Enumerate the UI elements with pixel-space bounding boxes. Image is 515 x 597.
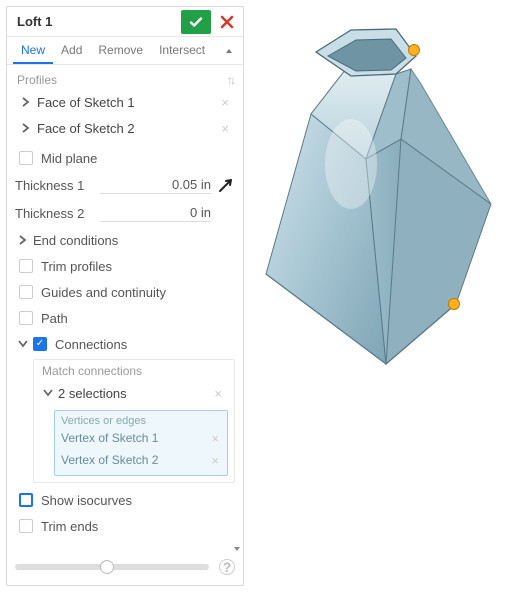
panel-content: Profiles ↑↓ Face of Sketch 1 × Face of S… bbox=[7, 65, 243, 585]
tab-new[interactable]: New bbox=[13, 37, 53, 64]
chevron-right-icon bbox=[21, 123, 31, 133]
vertex-1-label: Vertex of Sketch 1 bbox=[61, 431, 158, 445]
connection-handle-top[interactable] bbox=[408, 44, 420, 56]
slider-thumb[interactable] bbox=[100, 560, 114, 574]
panel-footer: ? bbox=[7, 551, 243, 585]
profile-item-2[interactable]: Face of Sketch 2 × bbox=[15, 115, 235, 141]
mid-plane-label: Mid plane bbox=[41, 151, 97, 166]
remove-profile-2[interactable]: × bbox=[217, 121, 233, 136]
vertices-box: Vertices or edges Vertex of Sketch 1 × V… bbox=[54, 410, 228, 476]
accept-button[interactable] bbox=[181, 10, 211, 34]
path-row[interactable]: Path bbox=[15, 305, 235, 331]
connections-nested: Match connections 2 selections × Vertice… bbox=[33, 359, 235, 483]
sort-icon[interactable]: ↑↓ bbox=[227, 73, 233, 87]
opacity-slider[interactable] bbox=[15, 564, 209, 570]
tabs-scroll-right[interactable] bbox=[221, 47, 237, 55]
profiles-label: Profiles ↑↓ bbox=[15, 69, 235, 89]
chevron-down-icon bbox=[40, 389, 56, 397]
guides-label: Guides and continuity bbox=[41, 285, 166, 300]
remove-vertex-2[interactable]: × bbox=[207, 453, 223, 468]
mid-plane-checkbox[interactable] bbox=[19, 151, 33, 165]
chevron-right-icon bbox=[21, 97, 31, 107]
selections-row[interactable]: 2 selections × bbox=[40, 380, 228, 406]
vertex-2-label: Vertex of Sketch 2 bbox=[61, 453, 158, 467]
caret-up-icon bbox=[225, 47, 233, 55]
guides-row[interactable]: Guides and continuity bbox=[15, 279, 235, 305]
end-conditions-row[interactable]: End conditions bbox=[15, 227, 235, 253]
trim-profiles-label: Trim profiles bbox=[41, 259, 112, 274]
help-button[interactable]: ? bbox=[219, 559, 235, 575]
show-isocurves-label: Show isocurves bbox=[41, 493, 132, 508]
end-conditions-label: End conditions bbox=[33, 233, 118, 248]
chevron-right-icon bbox=[15, 235, 31, 245]
thickness-2-label: Thickness 2 bbox=[15, 206, 100, 221]
trim-ends-checkbox[interactable] bbox=[19, 519, 33, 533]
remove-profile-1[interactable]: × bbox=[217, 95, 233, 110]
tab-remove[interactable]: Remove bbox=[90, 37, 151, 64]
clear-selections[interactable]: × bbox=[210, 386, 226, 401]
guides-checkbox[interactable] bbox=[19, 285, 33, 299]
connections-label: Connections bbox=[55, 337, 127, 352]
trim-profiles-checkbox[interactable] bbox=[19, 259, 33, 273]
close-icon bbox=[220, 15, 234, 29]
path-checkbox[interactable] bbox=[19, 311, 33, 325]
feature-title[interactable]: Loft 1 bbox=[7, 14, 181, 29]
chevron-down-icon bbox=[15, 340, 31, 348]
vertex-item-1[interactable]: Vertex of Sketch 1 × bbox=[59, 427, 223, 449]
show-isocurves-checkbox[interactable] bbox=[19, 493, 33, 507]
thickness-1-row: Thickness 1 0.05 in bbox=[15, 171, 235, 199]
tab-intersect[interactable]: Intersect bbox=[151, 37, 213, 64]
match-connections-label: Match connections bbox=[40, 364, 228, 380]
tabs-row: New Add Remove Intersect bbox=[7, 37, 243, 65]
vertex-item-2[interactable]: Vertex of Sketch 2 × bbox=[59, 449, 223, 471]
trim-profiles-row[interactable]: Trim profiles bbox=[15, 253, 235, 279]
thickness-1-input[interactable]: 0.05 in bbox=[100, 177, 211, 194]
loft-preview bbox=[256, 14, 506, 414]
profile-item-1[interactable]: Face of Sketch 1 × bbox=[15, 89, 235, 115]
tab-add[interactable]: Add bbox=[53, 37, 90, 64]
3d-viewport[interactable] bbox=[256, 14, 506, 414]
mid-plane-row[interactable]: Mid plane bbox=[15, 145, 235, 171]
connection-handle-bottom[interactable] bbox=[448, 298, 460, 310]
profiles-label-text: Profiles bbox=[17, 73, 57, 87]
profile-1-label: Face of Sketch 1 bbox=[37, 95, 135, 110]
cancel-button[interactable] bbox=[215, 10, 239, 34]
path-label: Path bbox=[41, 311, 68, 326]
thickness-2-row: Thickness 2 0 in bbox=[15, 199, 235, 227]
remove-vertex-1[interactable]: × bbox=[207, 431, 223, 446]
trim-ends-label: Trim ends bbox=[41, 519, 98, 534]
selections-label: 2 selections bbox=[58, 386, 127, 401]
connections-checkbox[interactable] bbox=[33, 337, 47, 351]
show-isocurves-row[interactable]: Show isocurves bbox=[15, 487, 235, 513]
check-icon bbox=[188, 14, 204, 30]
thickness-direction-icon[interactable] bbox=[217, 176, 235, 194]
profile-2-label: Face of Sketch 2 bbox=[37, 121, 135, 136]
opacity-slider-row: ? bbox=[15, 557, 235, 577]
thickness-1-label: Thickness 1 bbox=[15, 178, 100, 193]
vertices-label: Vertices or edges bbox=[59, 413, 223, 427]
connections-row[interactable]: Connections bbox=[15, 331, 235, 357]
title-row: Loft 1 bbox=[7, 7, 243, 37]
thickness-2-input[interactable]: 0 in bbox=[100, 205, 211, 222]
feature-panel: Loft 1 New Add Remove Intersect Profiles… bbox=[6, 6, 244, 586]
trim-ends-row[interactable]: Trim ends bbox=[15, 513, 235, 539]
